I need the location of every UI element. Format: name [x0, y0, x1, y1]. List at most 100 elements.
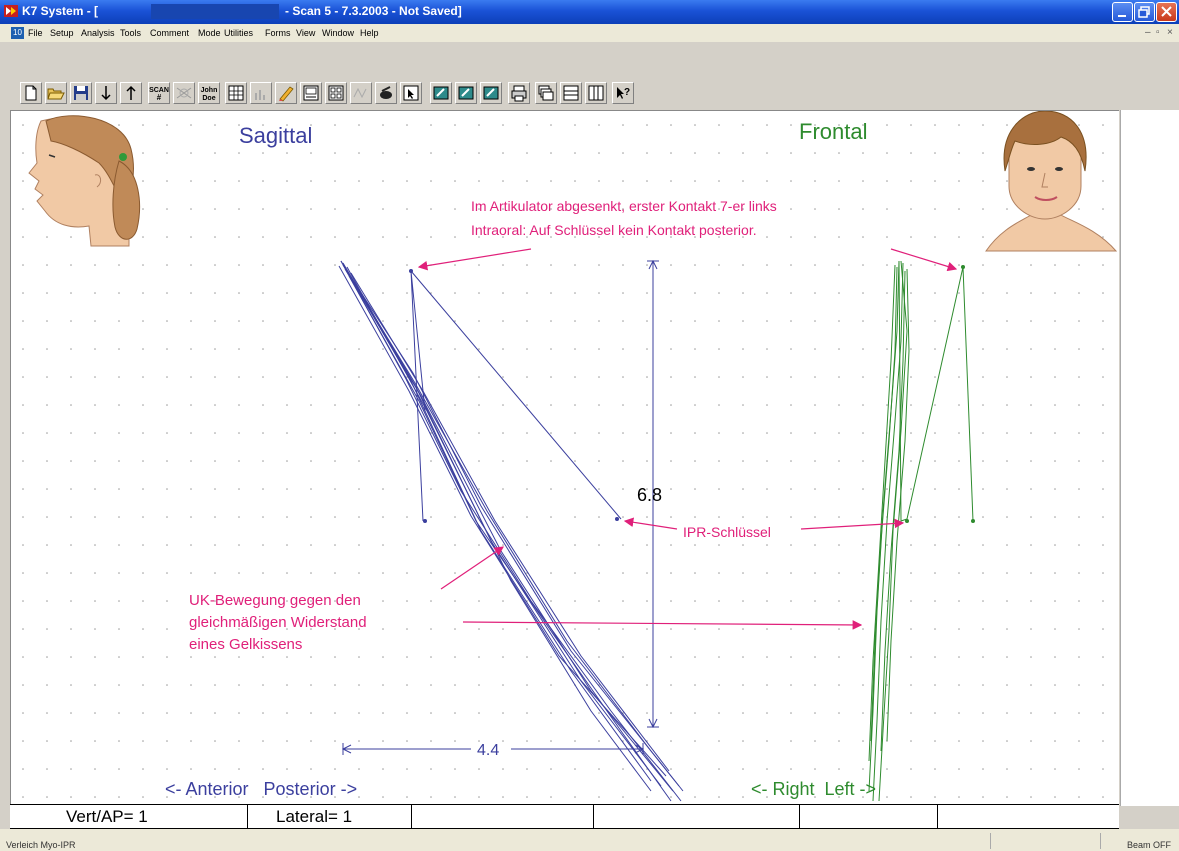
tile-vertical-button[interactable]	[585, 82, 607, 104]
edit-note-icon	[483, 86, 499, 100]
scan-compare-button[interactable]	[173, 82, 195, 104]
print-button[interactable]	[508, 82, 530, 104]
horizontal-measure-label: 4.4	[477, 742, 499, 759]
edit-2-button[interactable]	[455, 82, 477, 104]
app-title: K7 System - [	[22, 4, 99, 18]
edit-1-button[interactable]	[430, 82, 452, 104]
frontal-point	[905, 519, 909, 523]
uk-label-line-1: UK-Bewegung gegen den	[189, 592, 361, 609]
move-down-button[interactable]	[95, 82, 117, 104]
waveform-button[interactable]	[350, 82, 372, 104]
grid-button[interactable]	[225, 82, 247, 104]
close-icon	[1161, 6, 1172, 17]
scale-cell-empty	[412, 805, 594, 828]
right-panel	[1120, 110, 1179, 806]
new-file-icon	[25, 85, 37, 101]
title-bar[interactable]: K7 System - [ - Scan 5 - 7.3.2003 - Not …	[0, 0, 1179, 24]
layout-2-button[interactable]	[325, 82, 347, 104]
sagittal-point	[615, 517, 619, 521]
uk-label-line-3: eines Gelkissens	[189, 636, 302, 653]
layout-1-button[interactable]	[300, 82, 322, 104]
save-button[interactable]	[70, 82, 92, 104]
maximize-button[interactable]	[1134, 2, 1155, 22]
pencil-icon	[279, 86, 294, 102]
mdi-restore-button[interactable]: ▫	[1156, 27, 1160, 38]
draw-button[interactable]	[275, 82, 297, 104]
edit-3-button[interactable]	[480, 82, 502, 104]
cascade-button[interactable]	[535, 82, 557, 104]
folder-open-icon	[47, 88, 65, 100]
status-separator	[1100, 833, 1101, 849]
frontal-axis-label: <- Right Left ->	[751, 779, 876, 799]
scale-row: Vert/AP= 1 Lateral= 1	[10, 804, 1119, 829]
cursor-button[interactable]	[400, 82, 422, 104]
sagittal-axis-label: <- Anterior Posterior ->	[165, 779, 357, 799]
patient-icon: John Doe	[201, 87, 218, 102]
minimize-icon	[1118, 15, 1126, 17]
help-arrow-icon: ?	[617, 87, 630, 99]
lateral-scale[interactable]: Lateral= 1	[248, 805, 412, 828]
annotation-line-2: Intraoral: Auf Schlüssel kein Kontakt po…	[471, 222, 757, 238]
tile-horizontal-button[interactable]	[560, 82, 582, 104]
app-logo-icon	[4, 5, 18, 17]
menu-window[interactable]: Window	[322, 28, 354, 38]
menu-setup[interactable]: Setup	[50, 28, 74, 38]
menu-comment[interactable]: Comment	[150, 28, 189, 38]
frontal-title: Frontal	[799, 119, 867, 144]
arrow-up-icon	[126, 85, 136, 100]
vert-ap-scale[interactable]: Vert/AP= 1	[10, 805, 248, 828]
close-button[interactable]	[1156, 2, 1177, 22]
menu-view[interactable]: View	[296, 28, 315, 38]
context-help-button[interactable]: ?	[612, 82, 634, 104]
document-icon[interactable]: 10	[11, 27, 24, 39]
status-bar: Verleich Myo-IPR Beam OFF	[0, 829, 1179, 851]
title-patient-field	[151, 4, 279, 19]
restore-icon	[1138, 6, 1150, 18]
ipr-label: IPR-Schlüssel	[683, 524, 771, 540]
beam-status: Beam OFF	[1126, 840, 1171, 850]
annotation-line-1: Im Artikulator abgesenkt, erster Kontakt…	[471, 198, 777, 214]
vertical-measure-label: 6.8	[637, 485, 662, 505]
patient-button[interactable]: John Doe	[198, 82, 220, 104]
plot-svg: Sagittal Frontal Im Artikulator abgesenk…	[11, 111, 1119, 806]
ink-button[interactable]	[375, 82, 397, 104]
ink-icon	[380, 86, 392, 99]
open-button[interactable]	[45, 82, 67, 104]
menu-mode[interactable]: Mode	[198, 28, 221, 38]
menu-file[interactable]: File	[28, 28, 43, 38]
svg-text:Doe: Doe	[202, 95, 215, 102]
bar-chart-button[interactable]	[250, 82, 272, 104]
menu-analysis[interactable]: Analysis	[81, 28, 115, 38]
layout-quad-icon	[328, 85, 344, 101]
frontal-point	[971, 519, 975, 523]
arrow-down-icon	[101, 86, 111, 101]
document-title: - Scan 5 - 7.3.2003 - Not Saved]	[285, 4, 462, 18]
scan-compare-icon	[176, 87, 192, 99]
svg-text:?: ?	[624, 87, 630, 98]
plot-canvas[interactable]: Sagittal Frontal Im Artikulator abgesenk…	[10, 110, 1119, 806]
cascade-windows-icon	[538, 85, 554, 101]
minimize-button[interactable]	[1112, 2, 1133, 22]
status-separator	[990, 833, 991, 849]
svg-text:#: #	[157, 93, 162, 102]
menu-bar: 10 File Setup Analysis Tools Comment Mod…	[0, 24, 1179, 42]
svg-text:John: John	[201, 87, 218, 94]
scale-cell-empty	[800, 805, 938, 828]
scan-number-icon: SCAN #	[149, 87, 169, 102]
waveform-icon	[353, 87, 367, 99]
new-button[interactable]	[20, 82, 42, 104]
menu-help[interactable]: Help	[360, 28, 379, 38]
menu-utilities[interactable]: Utilities	[224, 28, 253, 38]
layout-single-icon	[303, 85, 319, 101]
dot-grid	[11, 111, 1119, 806]
status-text: Verleich Myo-IPR	[6, 840, 76, 850]
cursor-icon	[403, 85, 419, 101]
toolbar: SCAN # John Doe ?	[0, 42, 1179, 110]
menu-forms[interactable]: Forms	[265, 28, 291, 38]
menu-tools[interactable]: Tools	[120, 28, 141, 38]
move-up-button[interactable]	[120, 82, 142, 104]
mdi-close-button[interactable]: ×	[1167, 27, 1173, 38]
scan-number-button[interactable]: SCAN #	[148, 82, 170, 104]
mdi-minimize-button[interactable]: –	[1145, 27, 1151, 38]
bar-chart-icon	[255, 90, 265, 100]
